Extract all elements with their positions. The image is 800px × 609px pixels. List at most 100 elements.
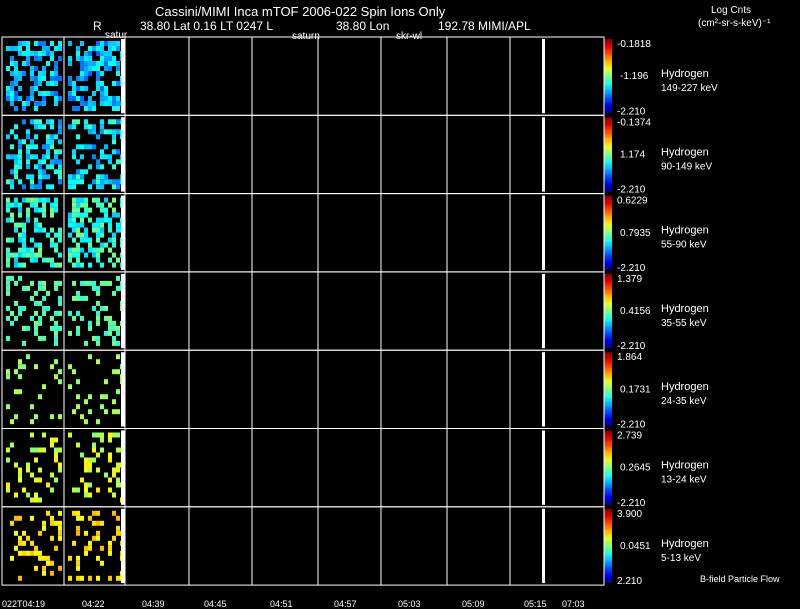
data-cell bbox=[22, 184, 26, 190]
data-cell bbox=[14, 76, 18, 81]
data-cell bbox=[30, 91, 34, 96]
data-cell bbox=[116, 477, 120, 483]
data-cell bbox=[54, 202, 58, 208]
panel-frame bbox=[1, 349, 605, 430]
data-cell bbox=[80, 217, 84, 223]
data-cell bbox=[58, 227, 62, 233]
data-cell bbox=[42, 555, 46, 561]
data-cell bbox=[116, 212, 120, 218]
data-cell bbox=[58, 174, 62, 180]
data-cell bbox=[100, 81, 104, 86]
data-cell bbox=[84, 169, 88, 175]
x-tick-label: 05:15 bbox=[524, 599, 547, 609]
data-cell bbox=[26, 174, 30, 180]
data-cell bbox=[100, 262, 104, 268]
data-cell bbox=[18, 275, 22, 281]
data-cell bbox=[54, 374, 58, 380]
data-cell bbox=[18, 389, 22, 395]
data-cell bbox=[54, 359, 58, 365]
data-cell bbox=[54, 91, 58, 96]
data-cell bbox=[30, 71, 34, 76]
data-cell bbox=[14, 280, 18, 286]
data-cell bbox=[14, 300, 18, 306]
data-cell bbox=[6, 252, 10, 258]
data-cell bbox=[104, 305, 108, 311]
colorbar-min-label: -2.210 bbox=[617, 341, 646, 352]
data-cell bbox=[76, 202, 80, 208]
data-cell bbox=[100, 71, 104, 76]
data-cell bbox=[76, 119, 80, 125]
data-cell bbox=[112, 467, 116, 473]
colorbar bbox=[604, 39, 612, 114]
data-cell bbox=[80, 76, 84, 81]
data-cell bbox=[30, 432, 34, 438]
data-cell bbox=[112, 96, 116, 101]
data-cell bbox=[46, 510, 50, 516]
data-cell bbox=[116, 482, 120, 488]
data-cell bbox=[96, 419, 100, 425]
data-cell bbox=[6, 46, 10, 51]
data-cell bbox=[96, 174, 100, 180]
colorbar-max-label: -0.1374 bbox=[617, 117, 651, 128]
data-cell bbox=[58, 525, 62, 531]
data-cell bbox=[76, 565, 80, 571]
data-cell bbox=[68, 257, 72, 263]
data-cell bbox=[100, 86, 104, 91]
data-cell bbox=[80, 96, 84, 101]
data-cell bbox=[116, 227, 120, 233]
data-cell bbox=[116, 354, 120, 360]
data-cell bbox=[108, 575, 112, 581]
data-cell bbox=[30, 179, 34, 185]
data-cell bbox=[42, 76, 46, 81]
data-cell bbox=[18, 540, 22, 546]
data-cell bbox=[58, 310, 62, 316]
data-cell bbox=[96, 315, 100, 321]
data-cell bbox=[84, 51, 88, 56]
data-cell bbox=[38, 197, 42, 203]
data-cell bbox=[50, 237, 54, 243]
data-cell bbox=[10, 442, 14, 448]
colorbar-min-label: -2.210 bbox=[617, 420, 646, 431]
data-cell bbox=[22, 101, 26, 106]
data-cell bbox=[84, 61, 88, 66]
data-cell bbox=[34, 330, 38, 336]
data-cell bbox=[58, 237, 62, 243]
data-cell bbox=[112, 81, 116, 86]
data-cell bbox=[92, 61, 96, 66]
data-cell bbox=[80, 232, 84, 238]
data-cell bbox=[84, 467, 88, 473]
header-r-label: R bbox=[93, 19, 102, 33]
data-cell bbox=[92, 335, 96, 341]
data-cell bbox=[104, 96, 108, 101]
data-cell bbox=[104, 56, 108, 61]
data-cell bbox=[38, 222, 42, 228]
data-cell bbox=[112, 399, 116, 405]
data-cell bbox=[84, 545, 88, 551]
data-cell bbox=[76, 169, 80, 175]
colorbar bbox=[604, 508, 612, 584]
data-cell bbox=[80, 280, 84, 286]
data-cell bbox=[18, 305, 22, 311]
panel-energy-label: 35-55 keV bbox=[661, 318, 707, 329]
data-cell bbox=[100, 124, 104, 130]
data-cell bbox=[68, 212, 72, 218]
data-cell bbox=[6, 91, 10, 96]
data-cell bbox=[76, 106, 80, 111]
data-cell bbox=[96, 320, 100, 326]
data-cell bbox=[50, 207, 54, 213]
data-cell bbox=[58, 164, 62, 170]
data-cell bbox=[96, 359, 100, 365]
data-cell bbox=[54, 280, 58, 286]
data-cell bbox=[76, 442, 80, 448]
data-cell bbox=[34, 134, 38, 140]
data-cell bbox=[34, 164, 38, 170]
data-cell bbox=[22, 364, 26, 370]
x-tick-label: 04:39 bbox=[142, 599, 165, 609]
data-cell bbox=[30, 96, 34, 101]
data-cell bbox=[38, 252, 42, 258]
data-cell bbox=[34, 457, 38, 463]
data-cell bbox=[76, 76, 80, 81]
data-gap-bar bbox=[542, 508, 545, 584]
data-cell bbox=[100, 154, 104, 160]
panel-species-label: Hydrogen bbox=[661, 381, 709, 393]
